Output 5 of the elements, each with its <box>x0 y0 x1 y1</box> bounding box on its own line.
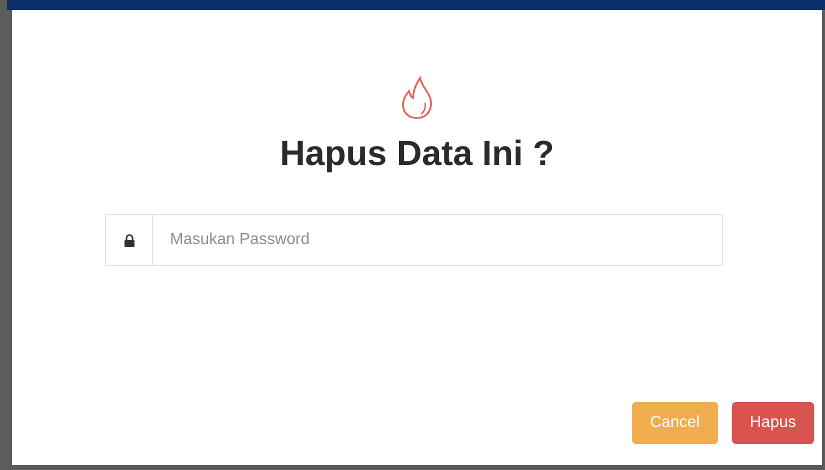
dialog-title: Hapus Data Ini ? <box>280 134 554 174</box>
password-field[interactable]: Masukan Password <box>153 214 723 266</box>
lock-icon <box>124 234 134 246</box>
flame-icon <box>400 76 434 120</box>
delete-button[interactable]: Hapus <box>732 402 814 444</box>
